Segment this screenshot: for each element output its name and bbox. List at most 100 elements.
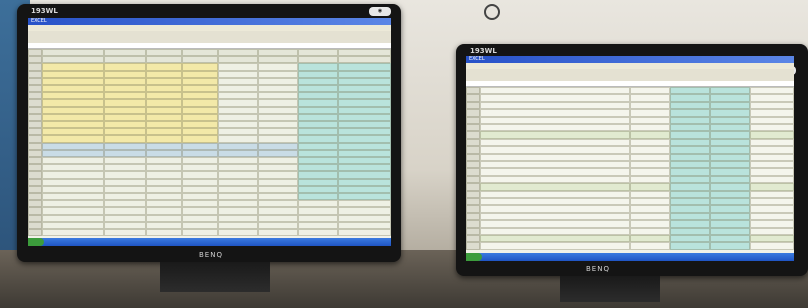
sheet-cell[interactable] <box>466 161 480 169</box>
sheet-cell[interactable] <box>466 242 480 250</box>
sheet-cell[interactable] <box>182 121 218 129</box>
sheet-cell[interactable] <box>28 121 42 129</box>
sheet-cell[interactable] <box>42 70 104 78</box>
sheet-cell[interactable] <box>670 109 710 117</box>
sheet-cell[interactable] <box>28 229 42 237</box>
sheet-cell[interactable] <box>480 116 630 124</box>
right-start-button[interactable] <box>466 253 482 261</box>
sheet-cell[interactable] <box>298 85 338 93</box>
sheet-cell[interactable] <box>298 121 338 129</box>
sheet-cell[interactable] <box>28 56 42 64</box>
sheet-cell[interactable] <box>28 77 42 85</box>
sheet-cell[interactable] <box>750 138 794 147</box>
sheet-cell[interactable] <box>182 157 218 165</box>
sheet-cell[interactable] <box>710 131 750 139</box>
sheet-cell[interactable] <box>218 185 258 193</box>
sheet-cell[interactable] <box>630 138 670 147</box>
sheet-cell[interactable] <box>42 77 104 85</box>
sheet-cell[interactable] <box>710 190 750 198</box>
sheet-cell[interactable] <box>670 220 710 228</box>
sheet-cell[interactable] <box>298 63 338 71</box>
sheet-cell[interactable] <box>104 185 146 193</box>
sheet-cell[interactable] <box>182 92 218 100</box>
sheet-cell[interactable] <box>750 227 794 235</box>
sheet-cell[interactable] <box>104 92 146 100</box>
sheet-cell[interactable] <box>182 70 218 78</box>
sheet-cell[interactable] <box>298 214 338 222</box>
sheet-cell[interactable] <box>182 85 218 93</box>
sheet-cell[interactable] <box>338 77 391 85</box>
sheet-cell[interactable] <box>182 135 218 143</box>
sheet-cell[interactable] <box>750 220 794 228</box>
sheet-cell[interactable] <box>630 205 670 213</box>
sheet-cell[interactable] <box>218 56 258 64</box>
sheet-cell[interactable] <box>750 175 794 184</box>
sheet-cell[interactable] <box>338 92 391 100</box>
sheet-cell[interactable] <box>630 124 670 132</box>
sheet-cell[interactable] <box>146 171 182 179</box>
sheet-cell[interactable] <box>750 242 794 250</box>
sheet-cell[interactable] <box>146 214 182 222</box>
sheet-cell[interactable] <box>298 229 338 237</box>
sheet-cell[interactable] <box>28 128 42 136</box>
sheet-cell[interactable] <box>218 171 258 179</box>
sheet-cell[interactable] <box>42 142 104 150</box>
sheet-cell[interactable] <box>710 94 750 102</box>
sheet-cell[interactable] <box>258 142 298 150</box>
sheet-cell[interactable] <box>710 183 750 191</box>
sheet-cell[interactable] <box>338 135 391 143</box>
sheet-cell[interactable] <box>104 99 146 107</box>
sheet-cell[interactable] <box>182 207 218 215</box>
sheet-cell[interactable] <box>466 146 480 154</box>
sheet-cell[interactable] <box>182 164 218 172</box>
sheet-cell[interactable] <box>104 171 146 179</box>
sheet-cell[interactable] <box>630 220 670 228</box>
sheet-cell[interactable] <box>338 49 391 57</box>
sheet-cell[interactable] <box>466 205 480 213</box>
sheet-cell[interactable] <box>466 101 480 110</box>
sheet-cell[interactable] <box>480 212 630 221</box>
sheet-cell[interactable] <box>182 185 218 193</box>
sheet-cell[interactable] <box>218 221 258 229</box>
sheet-cell[interactable] <box>258 49 298 57</box>
sheet-cell[interactable] <box>670 227 710 235</box>
sheet-cell[interactable] <box>670 116 710 124</box>
sheet-cell[interactable] <box>466 212 480 221</box>
sheet-cell[interactable] <box>42 85 104 93</box>
sheet-cell[interactable] <box>630 146 670 154</box>
sheet-cell[interactable] <box>750 109 794 117</box>
sheet-cell[interactable] <box>750 205 794 213</box>
sheet-cell[interactable] <box>630 227 670 235</box>
sheet-cell[interactable] <box>182 142 218 150</box>
sheet-cell[interactable] <box>104 164 146 172</box>
sheet-cell[interactable] <box>182 77 218 85</box>
sheet-cell[interactable] <box>710 242 750 250</box>
sheet-cell[interactable] <box>146 70 182 78</box>
sheet-cell[interactable] <box>182 128 218 136</box>
sheet-cell[interactable] <box>28 106 42 114</box>
sheet-cell[interactable] <box>218 63 258 71</box>
sheet-cell[interactable] <box>28 200 42 208</box>
sheet-cell[interactable] <box>338 200 391 208</box>
sheet-cell[interactable] <box>750 131 794 139</box>
sheet-cell[interactable] <box>258 113 298 121</box>
sheet-cell[interactable] <box>466 235 480 243</box>
sheet-cell[interactable] <box>630 190 670 198</box>
sheet-cell[interactable] <box>42 214 104 222</box>
sheet-cell[interactable] <box>710 205 750 213</box>
sheet-cell[interactable] <box>218 106 258 114</box>
sheet-cell[interactable] <box>480 183 630 191</box>
sheet-cell[interactable] <box>258 63 298 71</box>
sheet-cell[interactable] <box>104 178 146 186</box>
sheet-cell[interactable] <box>466 220 480 228</box>
sheet-cell[interactable] <box>670 212 710 221</box>
sheet-cell[interactable] <box>710 146 750 154</box>
sheet-cell[interactable] <box>710 227 750 235</box>
sheet-cell[interactable] <box>480 227 630 235</box>
sheet-cell[interactable] <box>42 49 104 57</box>
sheet-cell[interactable] <box>670 131 710 139</box>
sheet-cell[interactable] <box>750 94 794 102</box>
sheet-cell[interactable] <box>218 135 258 143</box>
sheet-cell[interactable] <box>710 109 750 117</box>
sheet-cell[interactable] <box>182 99 218 107</box>
